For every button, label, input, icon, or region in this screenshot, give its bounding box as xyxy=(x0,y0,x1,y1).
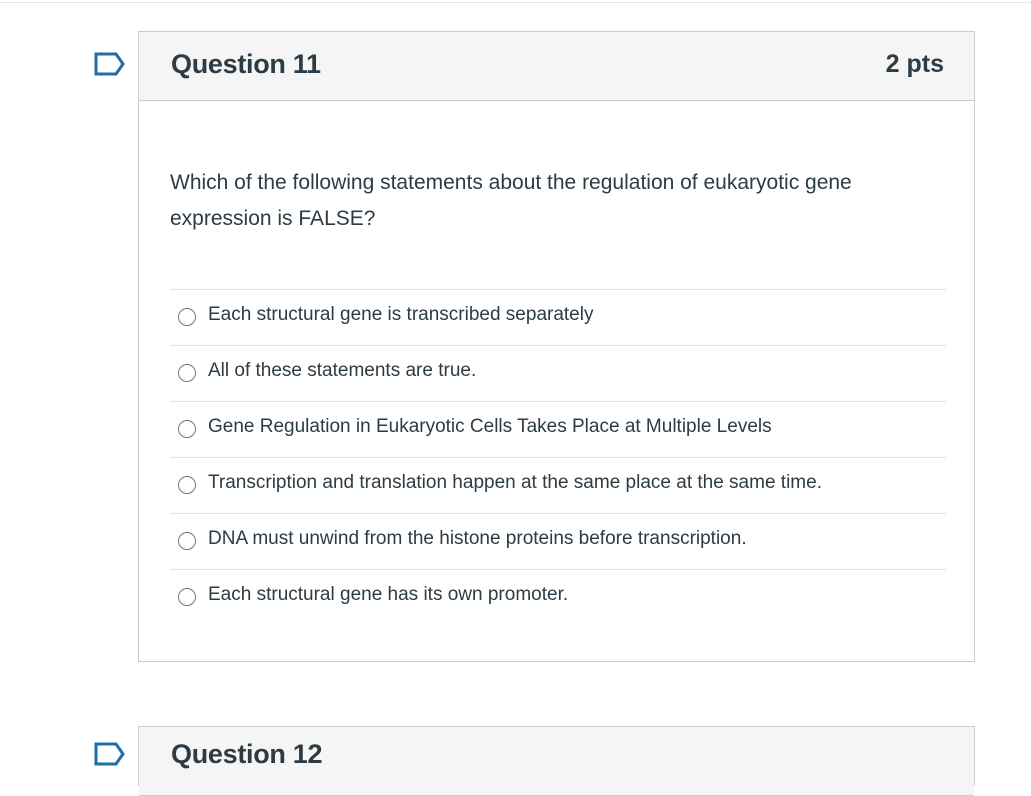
answer-option[interactable]: Each structural gene is transcribed sepa… xyxy=(170,289,946,345)
answer-option[interactable]: Gene Regulation in Eukaryotic Cells Take… xyxy=(170,401,946,457)
answer-label[interactable]: DNA must unwind from the histone protein… xyxy=(208,528,747,550)
question-header: Question 12 xyxy=(139,727,974,796)
question-card: Question 12 xyxy=(138,726,975,796)
radio-button[interactable] xyxy=(178,476,196,494)
answer-label[interactable]: Each structural gene is transcribed sepa… xyxy=(208,304,593,326)
flag-question-icon[interactable] xyxy=(94,742,126,766)
answer-label[interactable]: Each structural gene has its own promote… xyxy=(208,584,568,606)
answer-option[interactable]: DNA must unwind from the histone protein… xyxy=(170,513,946,569)
radio-button[interactable] xyxy=(178,420,196,438)
question-card: Question 11 2 pts Which of the following… xyxy=(138,31,975,662)
radio-button[interactable] xyxy=(178,532,196,550)
radio-button[interactable] xyxy=(178,308,196,326)
question-title: Question 11 xyxy=(171,49,321,79)
question-title: Question 12 xyxy=(171,739,323,769)
flag-question-icon[interactable] xyxy=(94,52,126,76)
question-header: Question 11 2 pts xyxy=(139,32,974,101)
answer-option[interactable]: Transcription and translation happen at … xyxy=(170,457,946,513)
answer-label[interactable]: Transcription and translation happen at … xyxy=(208,472,822,494)
question-points: 2 pts xyxy=(885,50,944,78)
top-divider xyxy=(0,2,1031,3)
answer-option[interactable]: Each structural gene has its own promote… xyxy=(170,569,946,625)
answer-list: Each structural gene is transcribed sepa… xyxy=(170,289,946,625)
question-text: Which of the following statements about … xyxy=(170,171,852,230)
radio-button[interactable] xyxy=(178,364,196,382)
radio-button[interactable] xyxy=(178,588,196,606)
answer-label[interactable]: All of these statements are true. xyxy=(208,360,476,382)
answer-option[interactable]: All of these statements are true. xyxy=(170,345,946,401)
answer-label[interactable]: Gene Regulation in Eukaryotic Cells Take… xyxy=(208,416,772,438)
